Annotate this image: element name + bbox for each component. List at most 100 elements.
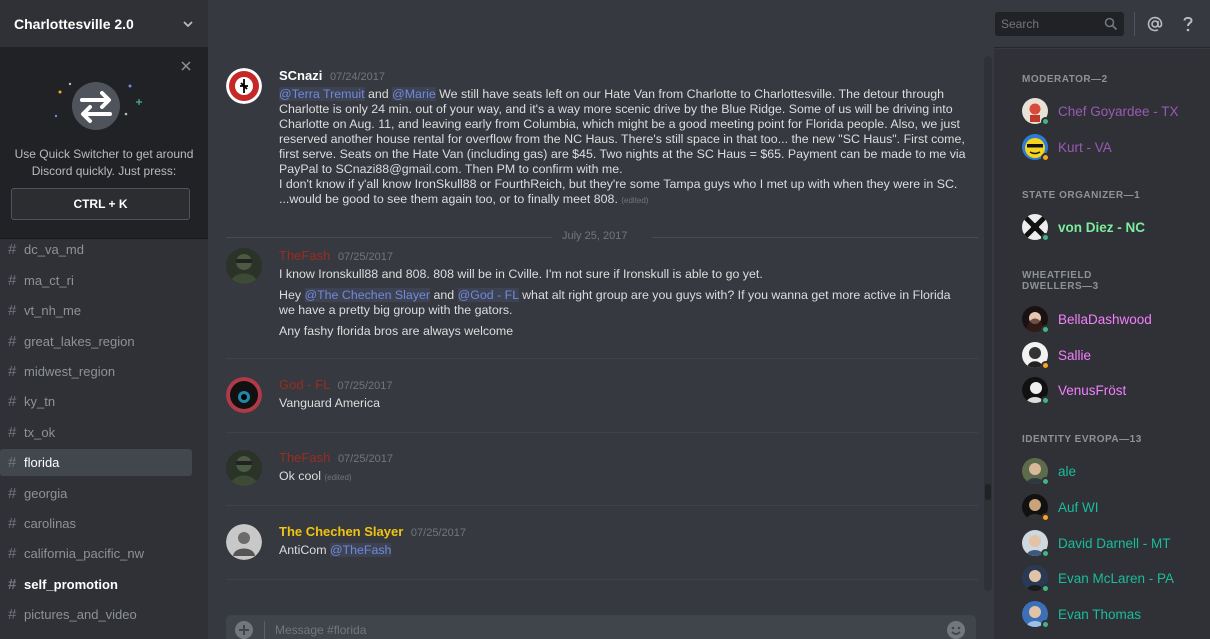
- member-item[interactable]: Sallie: [1022, 339, 1091, 371]
- scrollbar-thumb[interactable]: [985, 484, 991, 500]
- quick-switcher-text: Use Quick Switcher to get around Discord…: [14, 147, 194, 178]
- composer-divider: [264, 621, 265, 639]
- user-mention[interactable]: @Marie: [392, 87, 436, 101]
- channel-midwest-region[interactable]: # midwest_region: [0, 358, 192, 385]
- channel-california-pacific-nw[interactable]: # california_pacific_nw: [0, 540, 192, 567]
- avatar: [1022, 98, 1050, 126]
- status-indicator: [1041, 620, 1050, 629]
- avatar: [1022, 565, 1050, 593]
- user-mention[interactable]: @Terra Tremuit: [279, 87, 365, 101]
- emoji-icon[interactable]: [946, 620, 966, 639]
- channel-florida[interactable]: # florida: [0, 449, 192, 477]
- hash-icon: #: [8, 484, 17, 502]
- at-icon[interactable]: [1145, 14, 1165, 34]
- username[interactable]: TheFash: [279, 248, 330, 263]
- member-name: Auf WI: [1058, 499, 1099, 515]
- member-name: Kurt - VA: [1058, 139, 1112, 155]
- user-mention[interactable]: @The Chechen Slayer: [304, 288, 431, 302]
- channel-carolinas[interactable]: # carolinas: [0, 510, 192, 537]
- username[interactable]: SCnazi: [279, 68, 322, 83]
- message-placeholder: Message #florida: [275, 623, 367, 637]
- add-attachment-icon[interactable]: [234, 620, 254, 639]
- channel-ky-tn[interactable]: # ky_tn: [0, 388, 192, 415]
- username[interactable]: TheFash: [279, 450, 330, 465]
- channel-vt-nh-me[interactable]: # vt_nh_me: [0, 297, 192, 324]
- avatar: [1022, 601, 1050, 629]
- member-item[interactable]: Auf WI: [1022, 491, 1099, 523]
- member-name: Sallie: [1058, 347, 1092, 363]
- status-indicator: [1041, 396, 1050, 405]
- date-label: July 25, 2017: [562, 230, 628, 242]
- hash-icon: #: [8, 454, 17, 472]
- channel-sidebar: Charlottesville 2.0 #pennsylvania #dc_va…: [0, 0, 208, 639]
- avatar[interactable]: [226, 524, 262, 560]
- chat-area: SCnazi 07/24/2017 @Terra Tremuit and @Ma…: [208, 0, 994, 639]
- date-divider: July 25, 2017: [226, 230, 978, 244]
- search-input[interactable]: Search: [995, 12, 1124, 36]
- server-header[interactable]: Charlottesville 2.0: [0, 0, 208, 48]
- channel-dc-va-md[interactable]: # dc_va_md: [0, 236, 192, 263]
- message-input[interactable]: Message #florida: [226, 615, 976, 639]
- member-item[interactable]: Evan McLaren - PA: [1022, 562, 1174, 594]
- avatar[interactable]: [226, 450, 262, 486]
- channel-georgia[interactable]: # georgia: [0, 480, 192, 507]
- chevron-down-icon: [183, 20, 193, 27]
- member-item[interactable]: Kurt - VA: [1022, 131, 1112, 163]
- avatar[interactable]: [226, 68, 262, 104]
- member-item[interactable]: BellaDashwood: [1022, 303, 1152, 335]
- edited-tag: (edited): [621, 196, 649, 205]
- channel-list: #pennsylvania #dc_va_md #ma_ct_ri #vt_nh…: [0, 211, 208, 628]
- member-item[interactable]: von Diez - NC: [1022, 211, 1145, 243]
- message-divider: [226, 358, 978, 359]
- member-item[interactable]: Chef Goyardee - TX: [1022, 95, 1179, 127]
- member-name: Evan McLaren - PA: [1058, 570, 1175, 586]
- member-list: MODERATOR—2 Chef Goyardee - TX Kurt - VA…: [994, 49, 1210, 639]
- user-mention[interactable]: @God - FL: [457, 288, 519, 302]
- status-indicator: [1041, 477, 1050, 486]
- user-mention[interactable]: @TheFash: [329, 543, 392, 557]
- message-text: Hey @The Chechen Slayer and @God - FL wh…: [279, 288, 951, 317]
- member-item[interactable]: David Darnell - MT: [1022, 527, 1171, 559]
- message-text: AntiCom @TheFash: [279, 543, 392, 557]
- username[interactable]: The Chechen Slayer: [279, 524, 403, 539]
- message-text: Ok cool (edited): [279, 469, 352, 483]
- channel-tx-ok[interactable]: # tx_ok: [0, 419, 192, 446]
- channel-ma-ct-ri[interactable]: # ma_ct_ri: [0, 267, 192, 294]
- member-item[interactable]: VenusFröst: [1022, 374, 1126, 406]
- timestamp: 07/25/2017: [337, 251, 393, 263]
- role-header-wheatfield-dwellers: WHEATFIELD DWELLERS—3: [1022, 270, 1099, 292]
- help-icon[interactable]: [1178, 14, 1198, 34]
- avatar[interactable]: [226, 248, 262, 284]
- role-header-state-organizer: STATE ORGANIZER—1: [1022, 190, 1141, 201]
- hash-icon: #: [8, 423, 17, 441]
- timestamp: 07/25/2017: [410, 527, 466, 539]
- search-placeholder: Search: [1001, 17, 1040, 31]
- avatar: [1022, 306, 1050, 334]
- channel-self-promotion[interactable]: # self_promotion: [0, 571, 192, 598]
- server-name: Charlottesville 2.0: [14, 15, 134, 32]
- avatar: [1022, 214, 1050, 242]
- close-icon[interactable]: [180, 60, 192, 72]
- role-header-identity-evropa: IDENTITY EVROPA—13: [1022, 434, 1142, 445]
- message-divider: [226, 579, 978, 580]
- status-indicator: [1041, 233, 1050, 242]
- hash-icon: #: [8, 362, 17, 380]
- avatar: [1022, 494, 1050, 522]
- toolbar-divider: [1134, 12, 1135, 36]
- message-divider: [226, 432, 978, 433]
- edited-tag: (edited): [324, 473, 352, 482]
- username[interactable]: God - FL: [279, 377, 330, 392]
- status-indicator: [1041, 325, 1050, 334]
- timestamp: 07/25/2017: [337, 453, 393, 465]
- channel-pictures-and-video[interactable]: # pictures_and_video: [0, 601, 192, 628]
- member-name: Chef Goyardee - TX: [1058, 103, 1179, 119]
- scrollbar-track[interactable]: [984, 56, 992, 591]
- member-item[interactable]: ale: [1022, 455, 1076, 487]
- avatar: [1022, 530, 1050, 558]
- quick-switcher-popup: Use Quick Switcher to get around Discord…: [0, 48, 208, 239]
- message-text: Vanguard America: [279, 396, 381, 410]
- avatar[interactable]: [226, 377, 262, 413]
- hash-icon: #: [8, 332, 17, 350]
- member-item[interactable]: Evan Thomas: [1022, 598, 1141, 630]
- channel-great-lakes-region[interactable]: # great_lakes_region: [0, 328, 192, 355]
